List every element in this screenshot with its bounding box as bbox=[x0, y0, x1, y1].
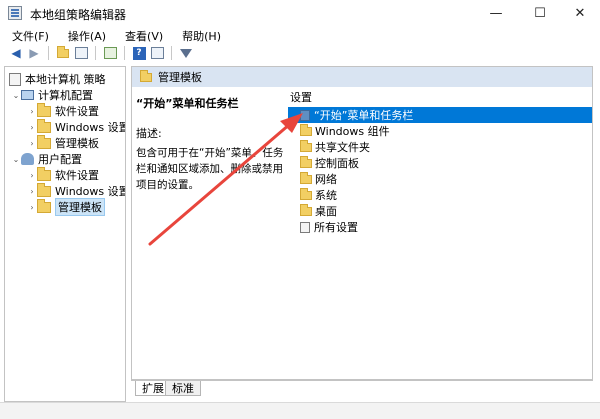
list-item-windows-components[interactable]: Windows 组件 bbox=[288, 123, 592, 139]
folder-icon bbox=[140, 69, 152, 82]
tree-item-software-settings[interactable]: › 软件设置 bbox=[27, 102, 99, 119]
chevron-down-icon[interactable]: ⌄ bbox=[11, 91, 21, 100]
description-text: 包含可用于在“开始”菜单、任务栏和通知区域添加、删除或禁用项目的设置。 bbox=[136, 147, 284, 191]
export-list-icon[interactable] bbox=[102, 45, 118, 61]
list-column-header[interactable]: 设置 bbox=[288, 87, 592, 107]
settings-icon bbox=[300, 221, 310, 233]
menu-bar: 文件(F) 操作(A) 查看(V) 帮助(H) bbox=[0, 26, 600, 44]
toolbar-divider bbox=[171, 46, 172, 60]
folder-icon bbox=[300, 171, 312, 184]
tree-item-admin-templates[interactable]: › 管理模板 bbox=[27, 134, 99, 151]
policy-editor-icon bbox=[8, 6, 22, 20]
folder-icon bbox=[300, 203, 312, 216]
tree-item-windows-settings[interactable]: › Windows 设置 bbox=[27, 118, 125, 135]
tree-item-user-software-settings[interactable]: › 软件设置 bbox=[27, 166, 99, 183]
tree-item-computer-config[interactable]: ⌄ 计算机配置 bbox=[11, 87, 93, 103]
chevron-right-icon[interactable]: › bbox=[27, 171, 37, 180]
pane-header-title: 管理模板 bbox=[158, 71, 202, 84]
folder-icon bbox=[37, 166, 51, 181]
list-item-shared-folders[interactable]: 共享文件夹 bbox=[288, 139, 592, 155]
folder-icon bbox=[37, 134, 51, 149]
tree-pane: 本地计算机 策略 ⌄ 计算机配置 › 软件设置 › Windows 设置 › 管… bbox=[4, 66, 126, 402]
folder-icon bbox=[300, 187, 312, 200]
chevron-right-icon[interactable]: › bbox=[27, 107, 37, 116]
menu-help[interactable]: 帮助(H) bbox=[170, 26, 228, 44]
menu-view[interactable]: 查看(V) bbox=[113, 26, 170, 44]
filter-icon[interactable] bbox=[178, 45, 194, 61]
folder-icon bbox=[37, 182, 51, 197]
properties-icon[interactable] bbox=[149, 45, 165, 61]
toolbar: ◀ ▶ ? bbox=[0, 44, 600, 62]
policy-icon bbox=[9, 72, 21, 86]
list-item-control-panel[interactable]: 控制面板 bbox=[288, 155, 592, 171]
menu-file[interactable]: 文件(F) bbox=[0, 26, 56, 44]
user-icon bbox=[21, 153, 34, 165]
view-tabs: 扩展 标准 bbox=[131, 380, 593, 396]
chevron-right-icon[interactable]: › bbox=[27, 123, 37, 132]
tree-item-user-config[interactable]: ⌄ 用户配置 bbox=[11, 151, 82, 167]
description-panel: “开始”菜单和任务栏 描述: 包含可用于在“开始”菜单、任务栏和通知区域添加、删… bbox=[132, 87, 288, 379]
minimize-button[interactable]: — bbox=[476, 0, 516, 26]
computer-icon bbox=[21, 90, 34, 100]
list-item-start-menu[interactable]: “开始”菜单和任务栏 bbox=[288, 107, 592, 123]
tree-item-user-windows-settings[interactable]: › Windows 设置 bbox=[27, 182, 125, 199]
pane-header: 管理模板 bbox=[132, 67, 592, 87]
menu-action[interactable]: 操作(A) bbox=[56, 26, 113, 44]
close-button[interactable]: ✕ bbox=[560, 0, 600, 26]
chevron-right-icon[interactable]: › bbox=[27, 203, 37, 212]
folder-icon bbox=[300, 123, 312, 136]
toolbar-divider bbox=[124, 46, 125, 60]
maximize-button[interactable]: ☐ bbox=[520, 0, 560, 26]
toolbar-divider bbox=[95, 46, 96, 60]
help-icon[interactable]: ? bbox=[131, 45, 147, 61]
back-arrow-icon[interactable]: ◀ bbox=[8, 45, 24, 61]
chevron-down-icon[interactable]: ⌄ bbox=[11, 155, 21, 164]
list-item-system[interactable]: 系统 bbox=[288, 187, 592, 203]
description-title: “开始”菜单和任务栏 bbox=[136, 97, 239, 110]
chevron-right-icon[interactable]: › bbox=[27, 139, 37, 148]
chevron-right-icon[interactable]: › bbox=[27, 187, 37, 196]
folder-icon bbox=[37, 102, 51, 117]
tab-standard[interactable]: 标准 bbox=[165, 381, 201, 396]
tree-item-user-admin-templates[interactable]: › 管理模板 bbox=[27, 198, 105, 216]
list-item-all-settings[interactable]: 所有设置 bbox=[288, 219, 592, 235]
list-item-network[interactable]: 网络 bbox=[288, 171, 592, 187]
list-item-desktop[interactable]: 桌面 bbox=[288, 203, 592, 219]
forward-arrow-icon[interactable]: ▶ bbox=[26, 45, 42, 61]
up-folder-icon[interactable] bbox=[55, 45, 71, 61]
show-hide-tree-icon[interactable] bbox=[73, 45, 89, 61]
folder-icon bbox=[300, 139, 312, 152]
settings-list: 设置 “开始”菜单和任务栏 Windows 组件 共享文件夹 控制面板 网络 系… bbox=[288, 87, 592, 379]
policy-folder-icon bbox=[300, 109, 310, 121]
toolbar-divider bbox=[48, 46, 49, 60]
window-title: 本地组策略编辑器 bbox=[30, 8, 127, 22]
folder-icon bbox=[37, 198, 51, 213]
status-bar bbox=[0, 402, 600, 419]
folder-icon bbox=[300, 155, 312, 168]
tree-item-root[interactable]: 本地计算机 策略 bbox=[9, 71, 106, 87]
title-bar: 本地组策略编辑器 — ☐ ✕ bbox=[0, 0, 600, 26]
details-pane: 管理模板 “开始”菜单和任务栏 描述: 包含可用于在“开始”菜单、任务栏和通知区… bbox=[131, 66, 593, 380]
folder-icon bbox=[37, 118, 51, 133]
description-label: 描述: bbox=[136, 127, 162, 140]
